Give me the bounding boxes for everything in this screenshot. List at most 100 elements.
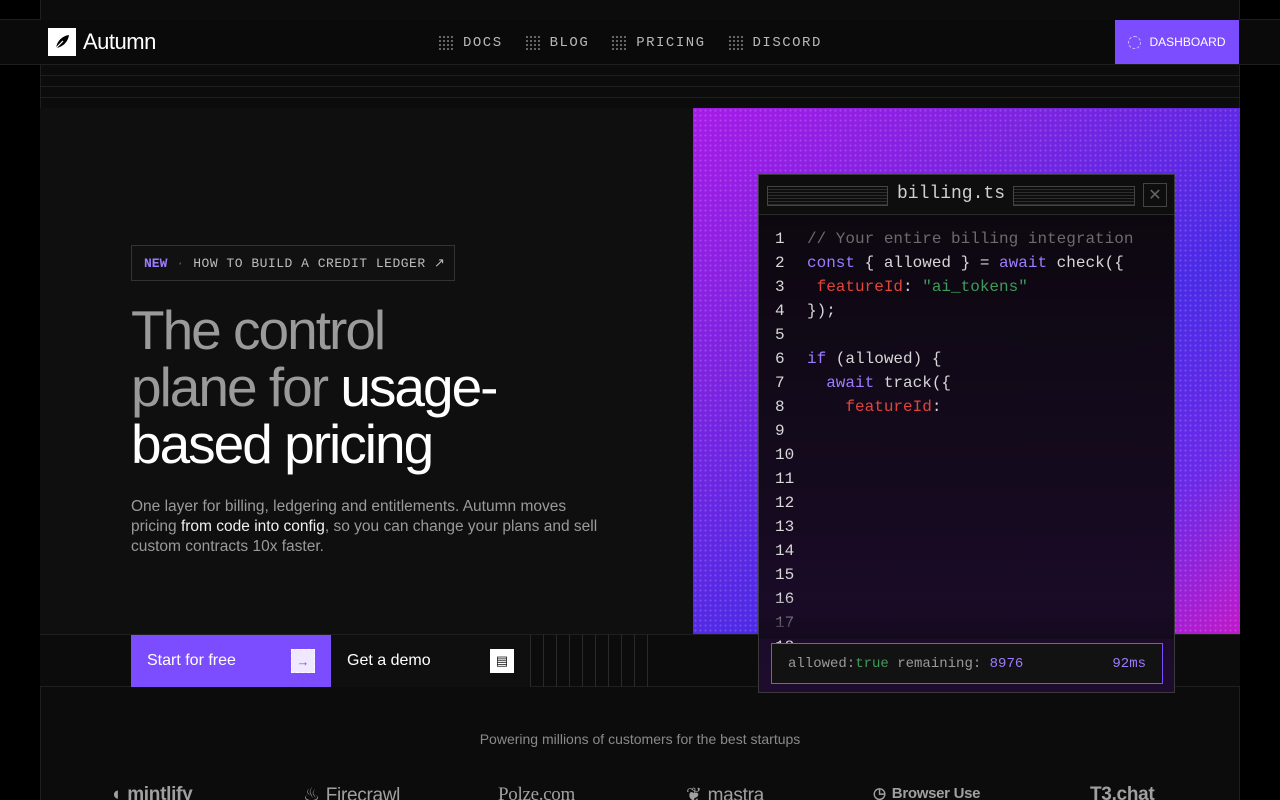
code-fade	[759, 595, 1174, 639]
headline-part: The control	[131, 299, 386, 361]
nav-link-label: DOCS	[463, 34, 503, 51]
line-number: 14	[775, 542, 795, 560]
remaining-label: remaining:	[888, 655, 990, 672]
line-number: 7	[775, 374, 785, 392]
mintlify-icon: ◖	[110, 784, 122, 800]
nav-link-label: PRICING	[636, 34, 706, 51]
line-number: 8	[775, 398, 785, 416]
line-number: 5	[775, 326, 785, 344]
line-code: featureId:	[807, 395, 941, 419]
line-number: 4	[775, 302, 785, 320]
logo-mastra: ❦ mastra	[686, 784, 764, 800]
result-status-bar: allowed: true remaining: 8976 92ms	[771, 643, 1163, 684]
code-token: if	[807, 350, 827, 368]
code-token: "ai_tokens"	[922, 278, 1028, 296]
logo-name: Browser Use	[891, 784, 981, 800]
nav-links: DOCS BLOG PRICING DISCORD	[438, 20, 822, 65]
titlebar-stripes	[1013, 186, 1135, 206]
code-line: 15	[759, 563, 1174, 587]
code-line: 2 const { allowed } = await check({	[759, 251, 1174, 275]
line-number: 11	[775, 470, 795, 488]
brand-name: Autumn	[83, 29, 156, 54]
hero-description: One layer for billing, ledgering and ent…	[131, 497, 611, 557]
editor-filename: billing.ts	[897, 184, 1006, 204]
code-token: });	[807, 302, 836, 320]
line-number: 15	[775, 566, 795, 584]
dot-grid-icon	[524, 35, 540, 50]
logo-t3-chat: T3.chat	[1090, 784, 1155, 800]
remaining-value: 8976	[989, 655, 1024, 672]
nav-link-blog[interactable]: BLOG	[524, 35, 590, 51]
logo-firecrawl: ♨ Firecrawl	[303, 784, 400, 800]
logo-browser-use: ◷ Browser Use	[873, 784, 981, 800]
logo-name: mastra	[707, 784, 765, 800]
nav-link-discord[interactable]: DISCORD	[727, 34, 822, 51]
line-code: const { allowed } = await check({	[807, 251, 1124, 275]
line-number: 12	[775, 494, 795, 512]
editor-titlebar: billing.ts ✕	[759, 175, 1174, 215]
demo-label: Get a demo	[347, 652, 431, 669]
description-highlight: from code into config	[180, 518, 325, 535]
arrow-right-icon: →	[291, 649, 315, 673]
dot-grid-icon	[438, 35, 453, 50]
clock-icon: ◷	[873, 785, 886, 800]
code-line: 6 if (allowed) {	[759, 347, 1174, 371]
code-line: 11	[759, 467, 1174, 491]
code-line: 5	[759, 323, 1174, 347]
logo-name: Polze.com	[498, 784, 575, 800]
line-number: 9	[775, 422, 785, 440]
logo-name: T3.chat	[1090, 784, 1155, 800]
line-code: // Your entire billing integration	[807, 227, 1133, 251]
code-line: 1 // Your entire billing integration	[759, 227, 1174, 251]
dashboard-button[interactable]: DASHBOARD	[1115, 20, 1239, 64]
code-token: // Your entire billing integration	[807, 230, 1134, 248]
badge-separator: ·	[176, 255, 185, 271]
brand-logo[interactable]: Autumn	[48, 27, 156, 57]
logo-polze: Polze.com	[498, 784, 575, 800]
dot-grid-icon	[727, 35, 743, 50]
logo-mintlify: ◖ mintlify	[110, 784, 193, 800]
line-code: featureId: "ai_tokens"	[807, 275, 1028, 299]
announcement-badge[interactable]: NEW · HOW TO BUILD A CREDIT LEDGER ↗	[131, 245, 455, 281]
line-number: 3	[775, 278, 785, 296]
latency-value: 92ms	[1112, 655, 1146, 672]
code-line: 9	[759, 419, 1174, 443]
code-line: 3 featureId: "ai_tokens"	[759, 275, 1174, 299]
dot-grid-icon	[611, 35, 627, 50]
get-a-demo-button[interactable]: Get a demo ▤	[331, 635, 530, 687]
code-line: 4});	[759, 299, 1174, 323]
code-token: const	[807, 254, 856, 272]
allowed-label: allowed:	[788, 655, 856, 672]
calendar-icon: ▤	[490, 649, 514, 673]
decorative-stripes	[530, 635, 650, 687]
nav-link-pricing[interactable]: PRICING	[611, 35, 705, 51]
code-line: 8 featureId:	[759, 395, 1174, 419]
divider-lines	[40, 64, 1240, 109]
code-token: (allowed) {	[826, 350, 942, 368]
flame-icon: ♨	[303, 785, 320, 800]
code-line: 12	[759, 491, 1174, 515]
code-line: 13	[759, 515, 1174, 539]
code-editor-window: billing.ts ✕ 1 // Your entire billing int…	[758, 174, 1175, 693]
titlebar-stripes	[767, 186, 888, 206]
code-token: track({	[874, 374, 952, 392]
code-token: :	[903, 278, 923, 296]
top-navbar: Autumn DOCS BLOG PRICING DISCORD DASHBOA…	[0, 20, 1280, 65]
start-for-free-button[interactable]: Start for free →	[131, 635, 331, 687]
code-line: 10	[759, 443, 1174, 467]
nav-link-docs[interactable]: DOCS	[438, 35, 503, 51]
headline-part: plane for	[131, 356, 341, 418]
customers-tagline: Powering millions of customers for the b…	[479, 731, 801, 747]
close-icon[interactable]: ✕	[1143, 183, 1167, 207]
mastra-icon: ❦	[686, 785, 702, 800]
start-label: Start for free	[147, 652, 236, 669]
code-token: featureId	[807, 398, 932, 416]
code-token: await	[807, 374, 875, 392]
line-number: 2	[775, 254, 785, 272]
logo-name: Firecrawl	[325, 784, 401, 800]
badge-text: HOW TO BUILD A CREDIT LEDGER ↗	[193, 255, 446, 271]
customer-logos: ◖ mintlify ♨ Firecrawl Polze.com ❦ mastra ◷…	[40, 784, 1240, 800]
badge-new-tag: NEW	[144, 255, 168, 271]
nav-link-label: DISCORD	[752, 34, 822, 51]
line-number: 10	[775, 446, 795, 464]
